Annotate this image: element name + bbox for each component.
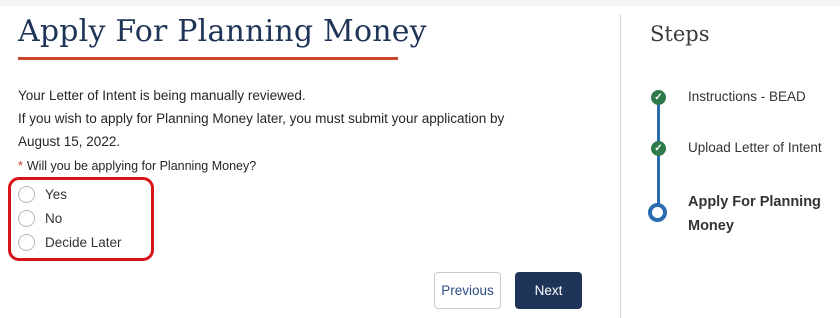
check-icon: ✓ xyxy=(651,90,666,105)
step-instructions-bead[interactable]: Instructions - BEAD xyxy=(688,89,806,104)
info-line: Your Letter of Intent is being manually … xyxy=(18,88,306,103)
steps-connector-line xyxy=(657,103,660,213)
current-step-icon xyxy=(648,203,667,222)
info-line: If you wish to apply for Planning Money … xyxy=(18,111,505,126)
main-panel: Apply For Planning Money Your Letter of … xyxy=(0,0,620,318)
step-upload-letter-of-intent[interactable]: Upload Letter of Intent xyxy=(688,140,822,155)
info-message: Your Letter of Intent is being manually … xyxy=(18,84,504,153)
required-marker: * xyxy=(18,159,23,173)
planning-money-question: * Will you be applying for Planning Money… xyxy=(18,159,256,173)
step-label-line: Money xyxy=(688,218,734,234)
page-title: Apply For Planning Money xyxy=(18,14,427,49)
panel-divider xyxy=(620,14,621,318)
next-button[interactable]: Next xyxy=(515,272,582,309)
step-label-line: Apply For Planning xyxy=(688,194,821,210)
steps-title: Steps xyxy=(650,22,710,46)
highlight-annotation xyxy=(8,177,154,261)
question-text: Will you be applying for Planning Money? xyxy=(26,159,257,173)
info-line: August 15, 2022. xyxy=(18,134,121,149)
step-apply-for-planning-money: Apply For Planning Money xyxy=(688,190,821,238)
title-underline xyxy=(18,57,398,60)
previous-button[interactable]: Previous xyxy=(434,272,501,309)
check-icon: ✓ xyxy=(651,141,666,156)
